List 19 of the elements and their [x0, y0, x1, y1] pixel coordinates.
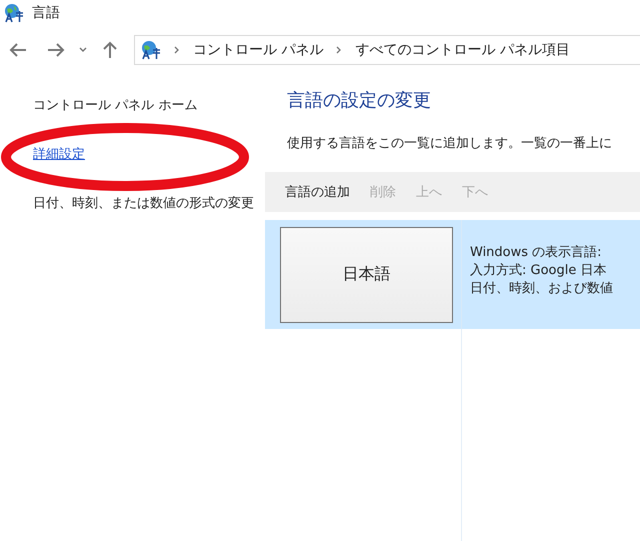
address-bar[interactable]: コントロール パネル すべてのコントロール パネル項目	[134, 35, 640, 65]
language-detail: Windows の表示言語:	[470, 244, 603, 262]
globe-icon	[141, 40, 161, 60]
sidebar-link[interactable]: 詳細設定	[33, 145, 258, 164]
page-heading: 言語の設定の変更	[286, 89, 432, 113]
window-title: 言語	[32, 4, 60, 22]
globe-icon	[4, 3, 24, 23]
breadcrumb[interactable]: コントロール パネル	[193, 41, 324, 59]
description: 使用する言語をこの一覧に追加します。一覧の一番上に	[286, 135, 613, 152]
language-detail: 入力方式: Google 日本	[470, 262, 608, 280]
language-button[interactable]: 日本語	[280, 226, 453, 322]
sidebar-item[interactable]: コントロール パネル ホーム	[33, 96, 258, 115]
sidebar-item[interactable]: 日付、時刻、または数値の形式の変更	[33, 194, 258, 213]
language-detail: 日付、時刻、および数値	[470, 280, 613, 298]
toolbar-button[interactable]: 言語の追加	[285, 183, 350, 201]
language-row[interactable]: 日本語 Windows の表示言語: 入力方式: Google 日本 日付、時刻、および数値	[265, 220, 640, 329]
breadcrumb[interactable]: すべてのコントロール パネル項目	[355, 41, 570, 59]
chevron-right-icon	[335, 45, 344, 55]
chevron-right-icon	[173, 45, 181, 55]
